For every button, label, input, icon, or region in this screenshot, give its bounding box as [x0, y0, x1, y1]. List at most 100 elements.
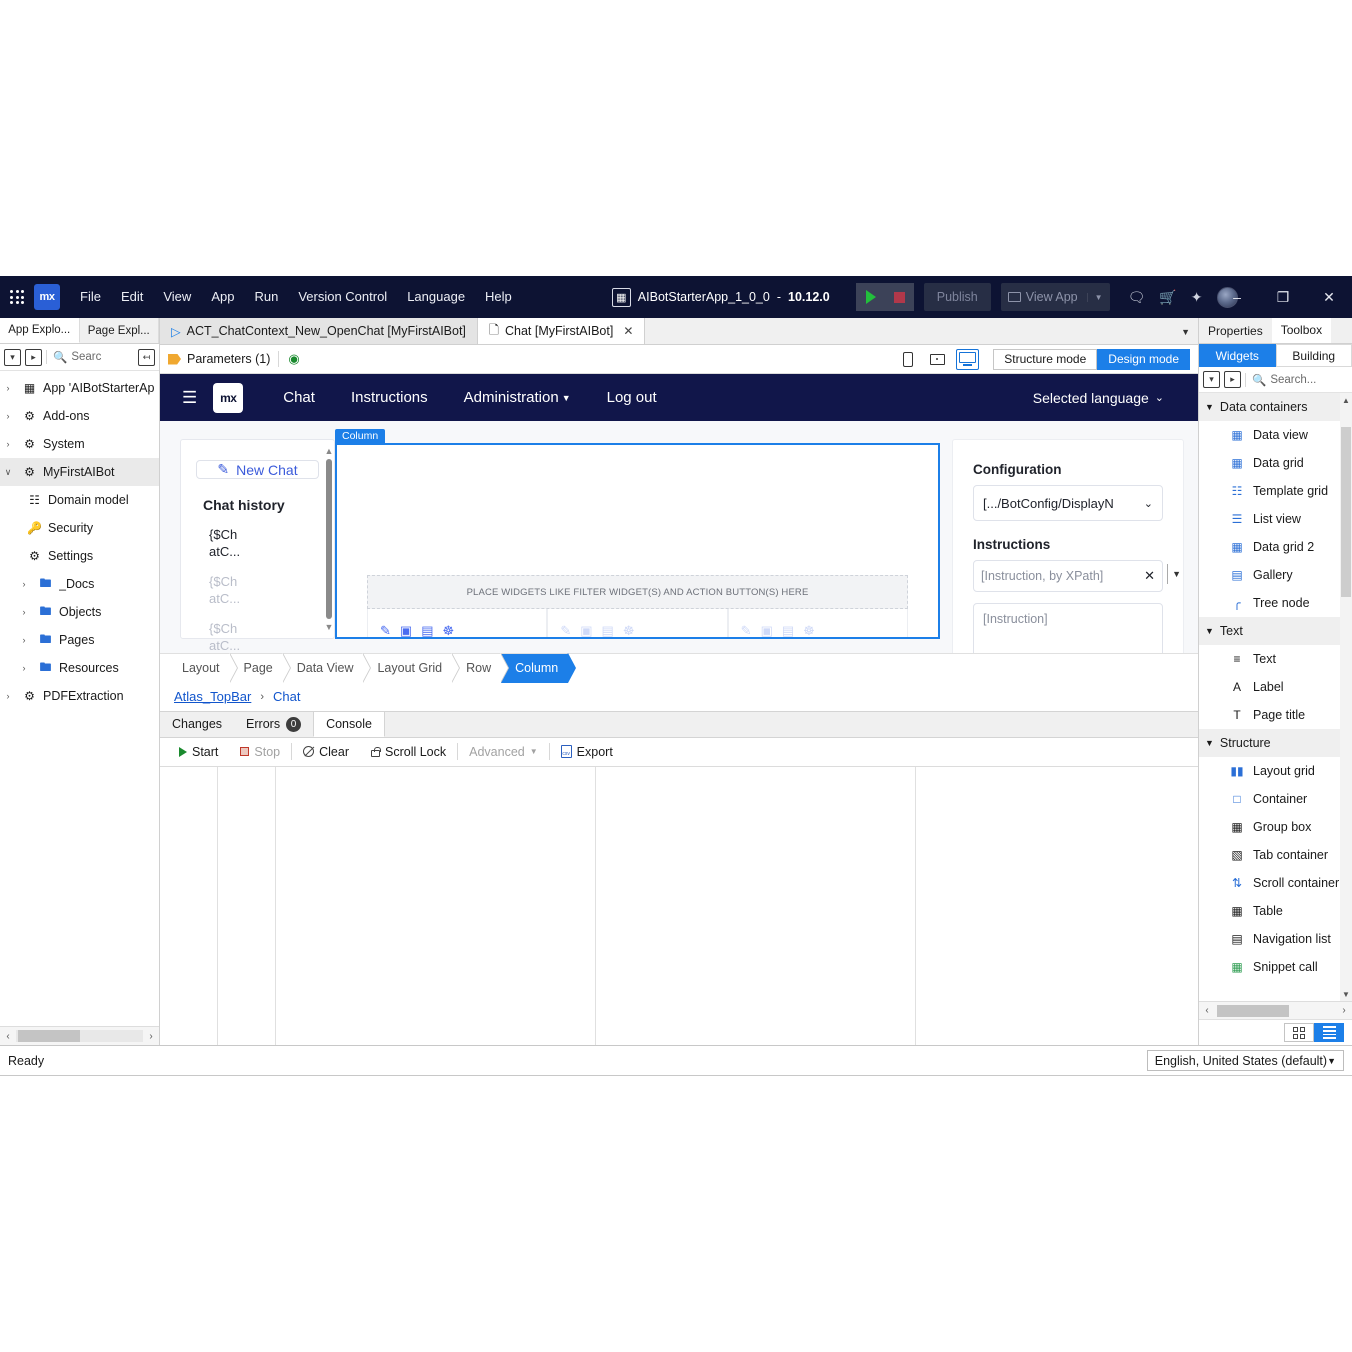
widget-snippet-call[interactable]: ▦ Snippet call — [1199, 953, 1352, 981]
widget-container[interactable]: □ Container — [1199, 785, 1352, 813]
explorer-search[interactable]: 🔍 Searc — [46, 350, 134, 364]
scroll-thumb[interactable] — [1341, 427, 1351, 597]
chevron-right-icon[interactable]: › — [0, 691, 16, 701]
sparkle-icon[interactable]: ✦ — [1191, 289, 1203, 306]
scroll-track[interactable] — [16, 1030, 143, 1042]
menu-edit[interactable]: Edit — [111, 276, 153, 318]
widget-navigation-list[interactable]: ▤ Navigation list — [1199, 925, 1352, 953]
path-link-atlas-topbar[interactable]: Atlas_TopBar — [174, 689, 251, 704]
tree-item-myfirstaibot[interactable]: ∨ ⚙ MyFirstAIBot — [0, 458, 159, 486]
doc-tab-microflow[interactable]: ▷ ACT_ChatContext_New_OpenChat [MyFirstA… — [160, 318, 478, 344]
clear-icon[interactable]: ✕ — [1144, 568, 1155, 584]
breadcrumb-data-view[interactable]: Data View — [283, 654, 364, 683]
widget-gallery[interactable]: ▤ Gallery — [1199, 561, 1352, 589]
configuration-select[interactable]: [.../BotConfig/DisplayN ⌄ — [973, 485, 1163, 521]
menu-help[interactable]: Help — [475, 276, 522, 318]
tree-item-resources[interactable]: › 🖿 Resources — [0, 654, 159, 682]
console-clear-button[interactable]: Clear — [292, 745, 360, 759]
list-view-button[interactable] — [1314, 1023, 1344, 1042]
tab-app-explorer[interactable]: App Explo... — [0, 318, 80, 343]
tree-item-system[interactable]: › ⚙ System — [0, 430, 159, 458]
widget-tree-node[interactable]: ╭ Tree node — [1199, 589, 1352, 617]
widget-label[interactable]: A Label — [1199, 673, 1352, 701]
phone-preview-button[interactable] — [898, 349, 918, 369]
chevron-right-icon[interactable]: › — [16, 579, 32, 589]
tree-item-objects[interactable]: › 🖿 Objects — [0, 598, 159, 626]
chevron-right-icon[interactable]: › — [0, 411, 16, 421]
menu-app[interactable]: App — [201, 276, 244, 318]
chevron-right-icon[interactable]: › — [0, 439, 16, 449]
console-export-button[interactable]: csv Export — [550, 745, 624, 759]
menu-language[interactable]: Language — [397, 276, 475, 318]
language-selector[interactable]: Selected language ⌄ — [1033, 390, 1176, 406]
form-icon[interactable]: ▤ — [602, 623, 614, 637]
scroll-down-icon[interactable]: ▼ — [1340, 987, 1352, 1001]
chevron-right-icon[interactable]: › — [16, 663, 32, 673]
chevron-right-icon[interactable]: › — [16, 607, 32, 617]
breadcrumb-column[interactable]: Column — [501, 653, 569, 683]
chevron-right-icon[interactable]: › — [0, 383, 16, 393]
chat-history-item[interactable]: {$Ch atC... — [209, 526, 251, 560]
tab-page-explorer[interactable]: Page Expl... — [79, 318, 159, 343]
structure-mode-button[interactable]: Structure mode — [993, 348, 1098, 370]
grid-view-button[interactable] — [1284, 1023, 1314, 1042]
chat-panel-scrollbar[interactable]: ▲ ▼ — [324, 446, 334, 632]
tree-item-pdfextraction[interactable]: › ⚙ PDFExtraction — [0, 682, 159, 710]
tree-item-domain-model[interactable]: ☷ Domain model — [0, 486, 159, 514]
collapse-all-icon[interactable]: ▾ — [1203, 371, 1220, 388]
tree-item-pages[interactable]: › 🖿 Pages — [0, 626, 159, 654]
widget-placeholder[interactable]: PLACE WIDGETS LIKE FILTER WIDGET(S) AND … — [367, 575, 908, 609]
console-start-button[interactable]: Start — [168, 745, 229, 759]
chat-history-item[interactable]: {$Ch atC... — [209, 620, 251, 653]
chevron-down-icon[interactable]: ▼ — [1086, 292, 1110, 302]
tab-errors[interactable]: Errors 0 — [234, 712, 313, 737]
menu-file[interactable]: File — [70, 276, 111, 318]
close-icon[interactable]: ✕ — [1306, 276, 1352, 318]
message-card[interactable]: ✎ ▣ ▤ ☸ {Header} — [367, 609, 548, 637]
chevron-down-icon[interactable]: ▼ — [1172, 569, 1181, 579]
nav-link-chat[interactable]: Chat — [265, 389, 333, 406]
design-mode-button[interactable]: Design mode — [1097, 348, 1190, 370]
menu-view[interactable]: View — [153, 276, 201, 318]
tab-properties[interactable]: Properties — [1199, 318, 1272, 343]
widget-data-grid[interactable]: ▦ Data grid — [1199, 449, 1352, 477]
form-icon[interactable]: ▤ — [421, 623, 433, 637]
column-container[interactable]: PLACE WIDGETS LIKE FILTER WIDGET(S) AND … — [335, 443, 940, 639]
widget-tab-container[interactable]: ▧ Tab container — [1199, 841, 1352, 869]
breadcrumb-layout-grid[interactable]: Layout Grid — [363, 654, 452, 683]
console-advanced-button[interactable]: Advanced ▼ — [458, 745, 549, 759]
language-select[interactable]: English, United States (default) ▼ — [1146, 1050, 1344, 1071]
breadcrumb-layout[interactable]: Layout — [168, 654, 230, 683]
expand-all-icon[interactable]: ▸ — [1224, 371, 1241, 388]
robot-icon[interactable]: ☸ — [623, 623, 635, 637]
menu-run[interactable]: Run — [244, 276, 288, 318]
tab-overflow-icon[interactable]: ▼ — [1181, 318, 1190, 345]
scroll-down-icon[interactable]: ▼ — [325, 622, 334, 632]
app-grid-icon[interactable] — [0, 290, 34, 304]
menu-version-control[interactable]: Version Control — [288, 276, 397, 318]
tablet-preview-button[interactable] — [927, 349, 947, 369]
widget-list-scrollbar[interactable]: ▲ ▼ — [1340, 393, 1352, 1001]
maximize-icon[interactable]: ❐ — [1260, 276, 1306, 318]
widget-layout-grid[interactable]: ▮▮ Layout grid — [1199, 757, 1352, 785]
message-card[interactable]: ✎ ▣ ▤ ☸ {Header} — [727, 609, 908, 637]
doc-tab-chat-page[interactable]: 🗋 Chat [MyFirstAIBot] ✕ — [477, 318, 646, 344]
parameters-button[interactable]: Parameters (1) — [168, 352, 270, 366]
widget-text[interactable]: ≡ Text — [1199, 645, 1352, 673]
robot-icon[interactable]: ☸ — [443, 623, 455, 637]
widget-data-grid-2[interactable]: ▦ Data grid 2 — [1199, 533, 1352, 561]
message-card[interactable]: ✎ ▣ ▤ ☸ {Header} — [547, 609, 728, 637]
widget-group-structure[interactable]: ▼ Structure — [1199, 729, 1352, 757]
open-edit-icon[interactable]: ✎ — [560, 623, 571, 637]
widget-template-grid[interactable]: ☷ Template grid — [1199, 477, 1352, 505]
scroll-thumb[interactable] — [18, 1030, 80, 1042]
scroll-thumb[interactable] — [1217, 1005, 1289, 1017]
scroll-thumb[interactable] — [326, 459, 332, 619]
chat-history-item[interactable]: {$Ch atC... — [209, 573, 251, 607]
feedback-icon[interactable]: 🗨 — [1128, 289, 1146, 306]
console-output[interactable] — [160, 766, 1198, 1045]
widget-group-data-containers[interactable]: ▼ Data containers — [1199, 393, 1352, 421]
tab-console[interactable]: Console — [313, 711, 385, 737]
tree-item-docs[interactable]: › 🖿 _Docs — [0, 570, 159, 598]
explorer-horizontal-scrollbar[interactable]: ‹ › — [0, 1026, 159, 1045]
